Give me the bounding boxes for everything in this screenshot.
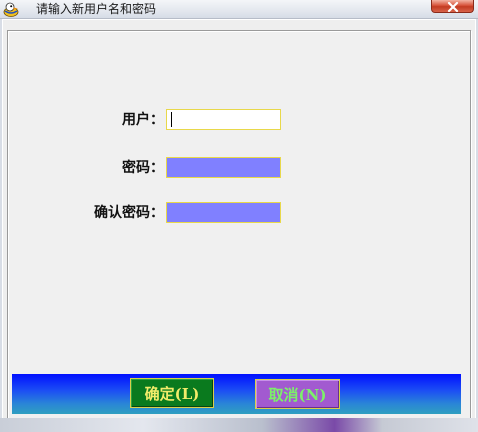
cancel-button[interactable]: 取消(N) bbox=[255, 379, 340, 409]
cancel-button-label: 取消(N) bbox=[268, 385, 327, 404]
title-bar[interactable]: 请输入新用户名和密码 bbox=[0, 0, 478, 19]
password-input[interactable] bbox=[166, 157, 281, 178]
close-button[interactable] bbox=[431, 0, 474, 13]
client-area: 用户： 密码： 确认密码： 确定(L) 取消(N) bbox=[2, 19, 476, 426]
window-title: 请输入新用户名和密码 bbox=[36, 2, 157, 16]
user-label: 用户： bbox=[122, 112, 164, 128]
ok-button[interactable]: 确定(L) bbox=[130, 378, 214, 408]
dialog-window: 请输入新用户名和密码 用户： 密码： 确认密码： 确定(L) 取消(N) bbox=[0, 0, 478, 432]
user-input[interactable] bbox=[166, 109, 281, 130]
confirm-password-label: 确认密码： bbox=[94, 205, 164, 221]
close-icon bbox=[447, 0, 459, 16]
confirm-password-input[interactable] bbox=[166, 202, 281, 223]
ok-button-label: 确定(L) bbox=[144, 384, 200, 403]
text-caret bbox=[171, 112, 172, 127]
button-bar: 确定(L) 取消(N) bbox=[12, 374, 461, 414]
desktop-background-strip bbox=[0, 418, 478, 432]
form-panel: 用户： 密码： 确认密码： 确定(L) 取消(N) bbox=[7, 30, 471, 420]
password-label: 密码： bbox=[122, 160, 164, 176]
duck-app-icon[interactable] bbox=[2, 1, 20, 17]
